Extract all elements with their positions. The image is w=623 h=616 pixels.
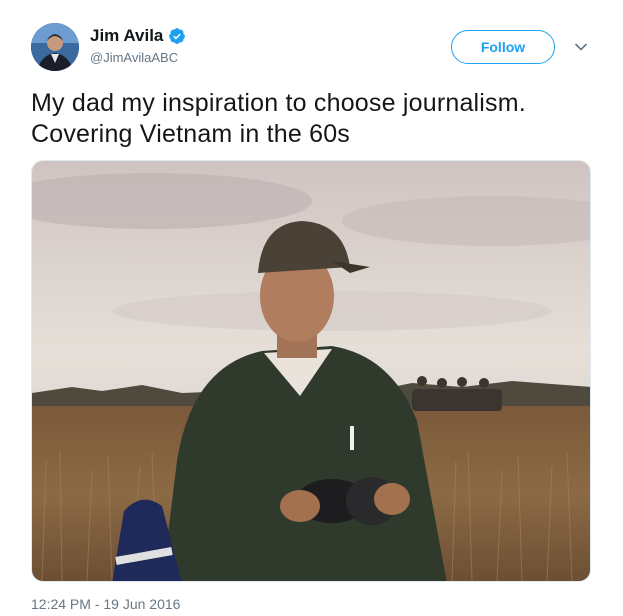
- tweet-timestamp[interactable]: 12:24 PM - 19 Jun 2016: [31, 596, 180, 612]
- author-name-row[interactable]: Jim Avila: [90, 25, 186, 47]
- photo-image: [32, 161, 590, 581]
- follow-button[interactable]: Follow: [451, 30, 555, 64]
- tweet-text: My dad my inspiration to choose journali…: [31, 89, 526, 148]
- author-display-name[interactable]: Jim Avila: [90, 25, 163, 47]
- tweet-card: Jim Avila @JimAvilaABC Follow My dad my …: [0, 0, 623, 616]
- author-handle[interactable]: @JimAvilaABC: [90, 50, 186, 66]
- author-info: Jim Avila @JimAvilaABC: [90, 25, 186, 66]
- tweet-photo[interactable]: [31, 160, 591, 582]
- verified-badge-icon: [168, 27, 186, 45]
- avatar-image: [31, 23, 79, 71]
- avatar[interactable]: [31, 23, 79, 71]
- chevron-down-icon[interactable]: [573, 39, 589, 55]
